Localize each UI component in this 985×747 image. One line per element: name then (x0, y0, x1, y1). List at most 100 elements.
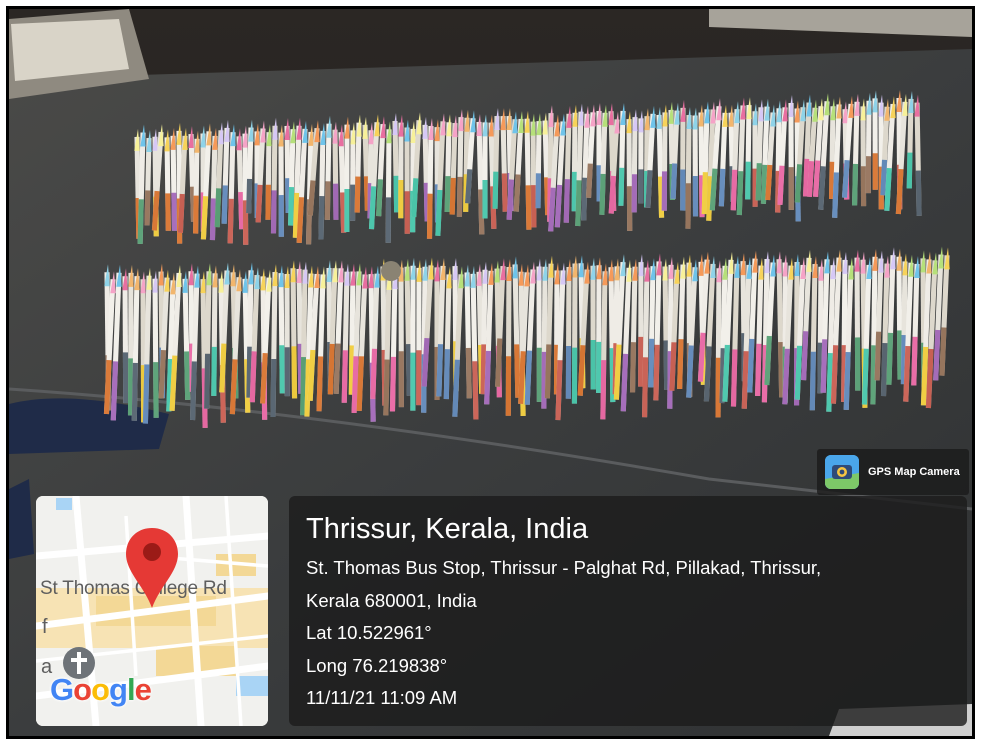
pencil-band (171, 192, 178, 231)
pencil-band (730, 169, 738, 211)
pencil-band (484, 350, 491, 405)
pencil-band (421, 337, 430, 387)
google-logo-letter: g (109, 672, 128, 707)
pencil-band (341, 350, 348, 403)
pencil-band (903, 345, 911, 402)
pencil-band (177, 193, 185, 233)
pencil-band (925, 348, 934, 409)
pencil-band (383, 359, 390, 416)
pencil-band (663, 340, 670, 390)
pencil-band (803, 158, 810, 197)
pencil-band (826, 353, 834, 412)
pencil-band (599, 173, 606, 215)
pencil-band (794, 164, 803, 203)
pencil-band (697, 332, 706, 382)
pencil-band (452, 359, 460, 417)
pencil-band (915, 170, 922, 216)
pencil-band (841, 345, 847, 402)
pencil-band (670, 163, 678, 199)
pencil-band (131, 362, 138, 421)
pencil-band (229, 359, 238, 415)
pencil-band (911, 336, 918, 386)
pencil-band (411, 178, 419, 218)
pencil-band (600, 360, 607, 420)
pencil-band (939, 327, 947, 376)
google-logo-letter: o (73, 672, 92, 707)
pencil-band (613, 344, 622, 400)
pencil-band (501, 173, 508, 212)
google-logo: Google (50, 672, 152, 708)
pencil-band (246, 346, 253, 398)
pencil-band (246, 178, 253, 214)
pencil-band (820, 339, 828, 393)
pencil-band (563, 179, 570, 223)
pencil-band (554, 184, 563, 228)
pencil-band (801, 331, 809, 381)
pencil-band (255, 184, 263, 223)
pencil-band (741, 351, 749, 409)
pencil-band (368, 186, 377, 230)
gps-map-camera-icon (825, 455, 859, 489)
pencil-band (184, 351, 191, 400)
pencil-band (142, 364, 150, 424)
pencil-band (137, 199, 144, 244)
pencil-band (351, 356, 359, 414)
pencil-band (760, 164, 768, 204)
pencil-band (895, 169, 904, 215)
pencil-band (829, 161, 835, 199)
gps-map-camera-badge: GPS Map Camera (817, 449, 969, 495)
pencil-band (782, 348, 790, 405)
pencil-band (852, 163, 859, 206)
pencil-band (709, 168, 718, 211)
pencil-band (356, 356, 365, 411)
pencil-band (703, 346, 712, 402)
pencil-band (389, 356, 397, 412)
pencil-band (324, 181, 331, 220)
pencil-band (219, 343, 227, 393)
pencil-band (327, 343, 335, 395)
pencil-band (722, 344, 730, 402)
pencil-band (645, 170, 653, 208)
pencil-band (209, 198, 217, 241)
pencil-band (874, 331, 882, 381)
pencil-band (405, 344, 412, 396)
pencil-band (880, 159, 888, 196)
google-logo-letter: e (134, 672, 152, 707)
pencil-band (270, 358, 277, 418)
pencil-band (307, 180, 316, 216)
pencil-band (832, 172, 839, 218)
pencil-band (169, 355, 178, 411)
pencil-band (260, 353, 268, 404)
pencil-band (686, 345, 694, 398)
pencil-band (585, 163, 593, 198)
pencil-band (608, 175, 617, 214)
pencil-band (480, 344, 487, 395)
pencil-band (736, 171, 744, 216)
location-title: Thrissur, Kerala, India (306, 513, 589, 545)
pencil-band (333, 343, 341, 394)
pencil-band (144, 190, 151, 226)
pencil-band (478, 189, 485, 235)
pencil-band (249, 351, 257, 403)
pencil-band (544, 344, 552, 399)
pencil-band (518, 351, 526, 404)
pencil-band (435, 189, 443, 236)
pencil-band (165, 193, 171, 231)
pencil-band (227, 198, 234, 244)
map-thumbnail[interactable]: St Thomas College Rd f a Google (36, 496, 268, 726)
pencil-band (706, 176, 713, 221)
pencil-band (279, 345, 285, 394)
location-info-panel: Thrissur, Kerala, India St. Thomas Bus S… (289, 496, 967, 726)
pencil-band (193, 195, 199, 234)
latitude-value: Lat 10.522961° (306, 622, 432, 643)
pencil-band (514, 344, 521, 398)
pencil-band (158, 349, 167, 399)
pencil-band (841, 159, 850, 198)
pencil-band (221, 185, 228, 224)
pencil-band (370, 348, 378, 399)
pencil-band (436, 344, 444, 397)
pencil-band (555, 360, 563, 421)
pencil-band (880, 342, 888, 397)
pencil-band (363, 176, 370, 211)
pencil-band (900, 335, 907, 385)
